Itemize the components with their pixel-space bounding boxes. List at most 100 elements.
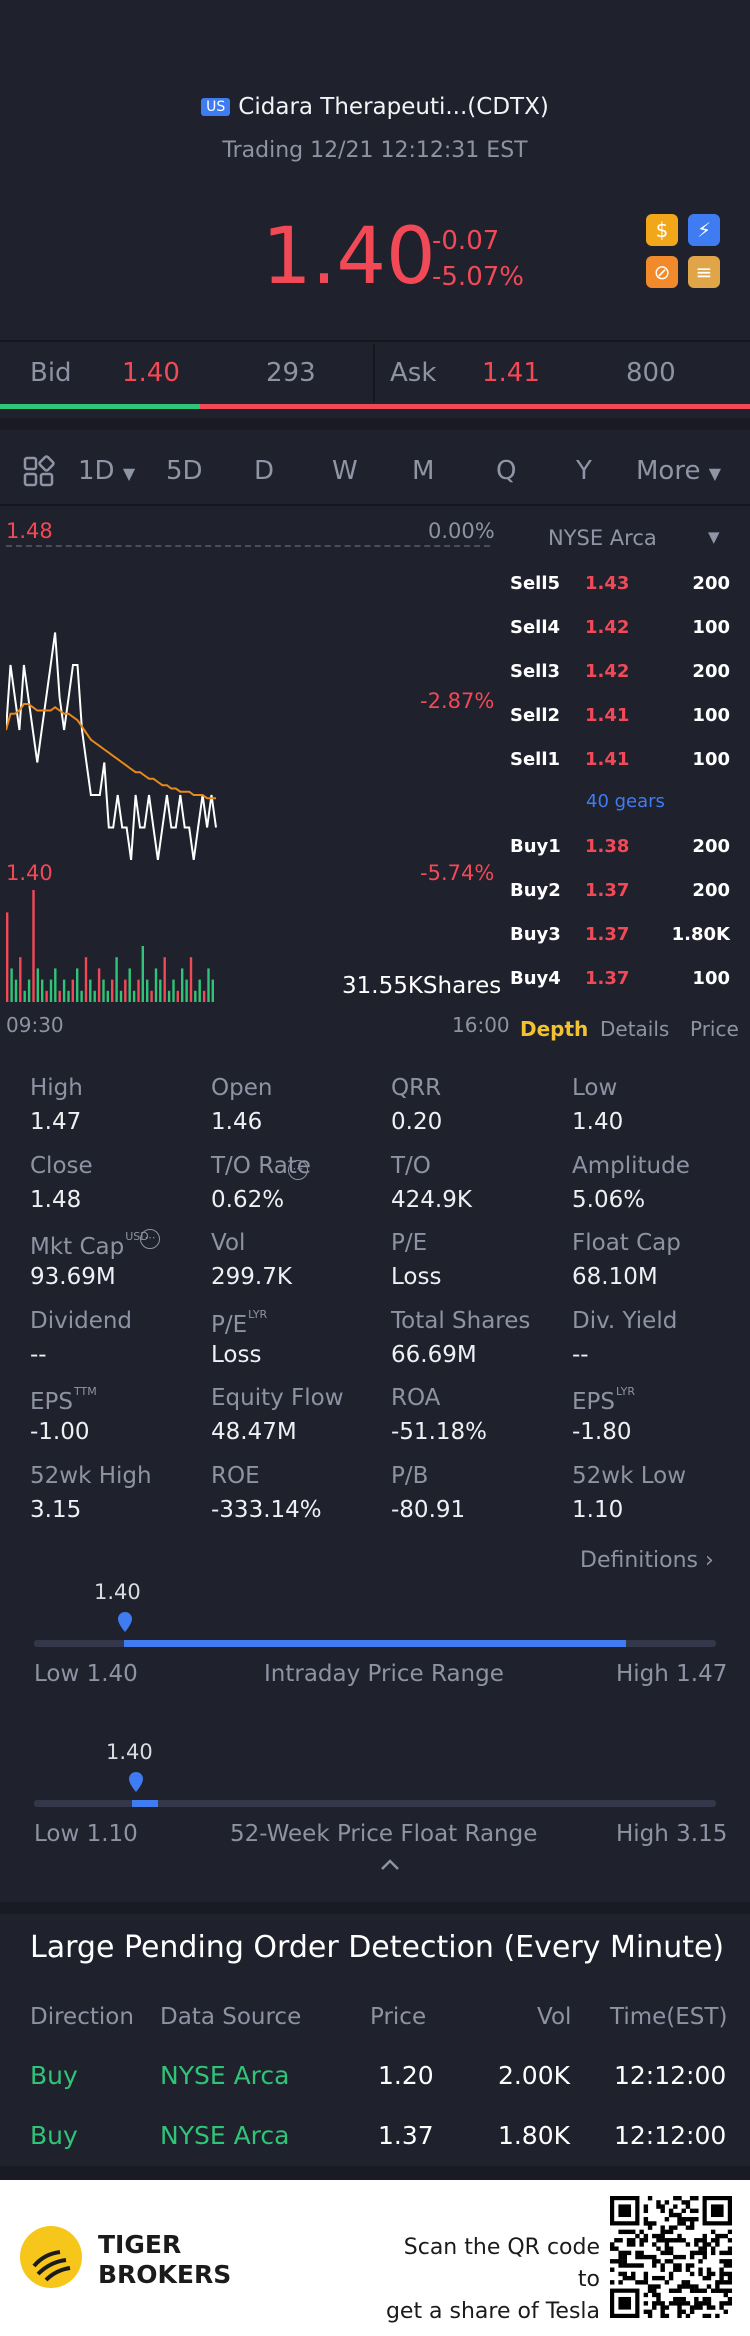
stack-icon[interactable]: ≡ <box>688 256 720 288</box>
qr-module <box>660 2313 665 2318</box>
intraday-price-chart[interactable] <box>6 600 226 860</box>
collapse-chevron-icon[interactable] <box>380 1856 400 1875</box>
sell-level-price: 1.41 <box>585 749 630 770</box>
tab-price[interactable]: Price <box>690 1017 739 1041</box>
qr-module <box>656 2296 661 2302</box>
tab-1d[interactable]: 1D ▼ <box>78 456 135 486</box>
buy-level-volume: 100 <box>692 968 730 989</box>
sell-row[interactable]: Sell4 1.42 100 <box>510 617 740 643</box>
qr-module <box>715 2233 720 2239</box>
pin-shape <box>129 1772 143 1792</box>
qr-module <box>689 2288 695 2293</box>
ask-price: 1.41 <box>482 358 540 388</box>
chart-high-pct: 0.00% <box>428 519 495 543</box>
qr-module <box>610 2267 615 2272</box>
buy-row[interactable]: Buy2 1.37 200 <box>510 880 740 906</box>
col-source: Data Source <box>160 2004 302 2030</box>
stock-title[interactable]: US Cidara Therapeuti...(CDTX) <box>0 94 750 120</box>
sell-level-volume: 200 <box>692 573 730 594</box>
buy-row[interactable]: Buy3 1.37 1.80K <box>510 924 740 950</box>
gears-link[interactable]: 40 gears <box>586 791 665 812</box>
price-change-pct: -5.07% <box>432 262 524 292</box>
buy-row[interactable]: Buy1 1.38 200 <box>510 836 740 862</box>
stat-value: 1.46 <box>211 1109 263 1135</box>
qr-module <box>677 2288 682 2293</box>
qr-module <box>643 2221 649 2226</box>
stat-label-superscript: LYR <box>616 1385 636 1398</box>
qr-module <box>652 2263 657 2268</box>
qr-code[interactable] <box>610 2196 732 2318</box>
intraday-marker-label: 1.40 <box>94 1580 141 1604</box>
volume-bar <box>49 979 53 1002</box>
sell-row[interactable]: Sell2 1.41 100 <box>510 705 740 731</box>
qr-module <box>689 2208 695 2214</box>
dollar-icon[interactable]: $ <box>646 214 678 246</box>
qr-module <box>664 2280 670 2285</box>
tab-m[interactable]: M <box>412 456 434 486</box>
qr-module <box>626 2263 632 2268</box>
stat-value: 299.7K <box>211 1264 292 1290</box>
qr-module <box>660 2263 665 2268</box>
qr-module <box>618 2254 623 2260</box>
qr-module <box>664 2229 670 2235</box>
intraday-fill <box>124 1640 626 1647</box>
qr-module <box>685 2263 691 2268</box>
stat-value: 1.40 <box>572 1109 624 1135</box>
volume-bar <box>10 968 13 1002</box>
qr-module <box>631 2263 636 2268</box>
qr-module <box>660 2301 665 2306</box>
layout-grid-icon[interactable] <box>22 455 56 489</box>
stat-label: 52wk Low <box>572 1462 687 1489</box>
tab-depth[interactable]: Depth <box>520 1017 588 1041</box>
lightning-icon[interactable]: ⚡ <box>688 214 720 246</box>
qr-module <box>702 2254 707 2260</box>
info-icon[interactable]: ⋯ <box>288 1160 308 1180</box>
tab-more[interactable]: More ▼ <box>636 456 721 486</box>
sell-row[interactable]: Sell3 1.42 200 <box>510 661 740 687</box>
qr-module <box>715 2313 720 2318</box>
qr-module <box>673 2196 678 2201</box>
qr-module <box>639 2254 644 2260</box>
volume-bar <box>198 979 201 1002</box>
qr-module <box>719 2305 724 2310</box>
buy-row[interactable]: Buy4 1.37 100 <box>510 968 740 994</box>
info-icon[interactable]: ⋯ <box>140 1229 160 1249</box>
chevron-down-icon[interactable]: ▼ <box>708 528 720 546</box>
tab-y[interactable]: Y <box>576 456 592 486</box>
qr-module <box>660 2208 665 2214</box>
qr-module <box>610 2242 615 2247</box>
qr-module <box>673 2212 678 2218</box>
stat-label: T/O <box>391 1152 431 1179</box>
volume-bar <box>84 957 88 1002</box>
qr-module <box>702 2250 707 2256</box>
qr-module <box>652 2284 657 2289</box>
tab-label: 1D <box>78 456 115 486</box>
tiger-stripes <box>32 2250 71 2282</box>
tab-q[interactable]: Q <box>496 456 516 486</box>
tab-details[interactable]: Details <box>600 1017 669 1041</box>
no-short-icon[interactable]: ⊘ <box>646 256 678 288</box>
tab-d[interactable]: D <box>254 456 274 486</box>
qr-module <box>694 2305 699 2310</box>
qr-module <box>694 2301 699 2306</box>
qr-module <box>643 2280 649 2285</box>
qr-module <box>710 2305 716 2310</box>
divider <box>0 2166 750 2180</box>
exchange-name: NYSE Arca <box>548 526 657 550</box>
stat-label: Close <box>30 1152 93 1179</box>
tab-w[interactable]: W <box>332 456 358 486</box>
qr-module <box>677 2267 682 2272</box>
qr-module <box>610 2259 615 2264</box>
qr-module <box>706 2301 712 2306</box>
stat-value: -51.18% <box>391 1419 487 1445</box>
promo-footer[interactable]: TIGER BROKERS Scan the QR code to get a … <box>0 2180 750 2336</box>
sell-row[interactable]: Sell5 1.43 200 <box>510 573 740 599</box>
exchange-selector[interactable]: NYSE Arca <box>548 526 657 550</box>
volume-bar <box>76 968 79 1002</box>
qr-module <box>677 2233 682 2239</box>
volume-total: 31.55KShares <box>342 973 502 999</box>
tab-5d[interactable]: 5D <box>166 456 203 486</box>
qr-module <box>626 2229 632 2235</box>
definitions-link[interactable]: Definitions › <box>580 1548 714 1573</box>
sell-row[interactable]: Sell1 1.41 100 <box>510 749 740 775</box>
